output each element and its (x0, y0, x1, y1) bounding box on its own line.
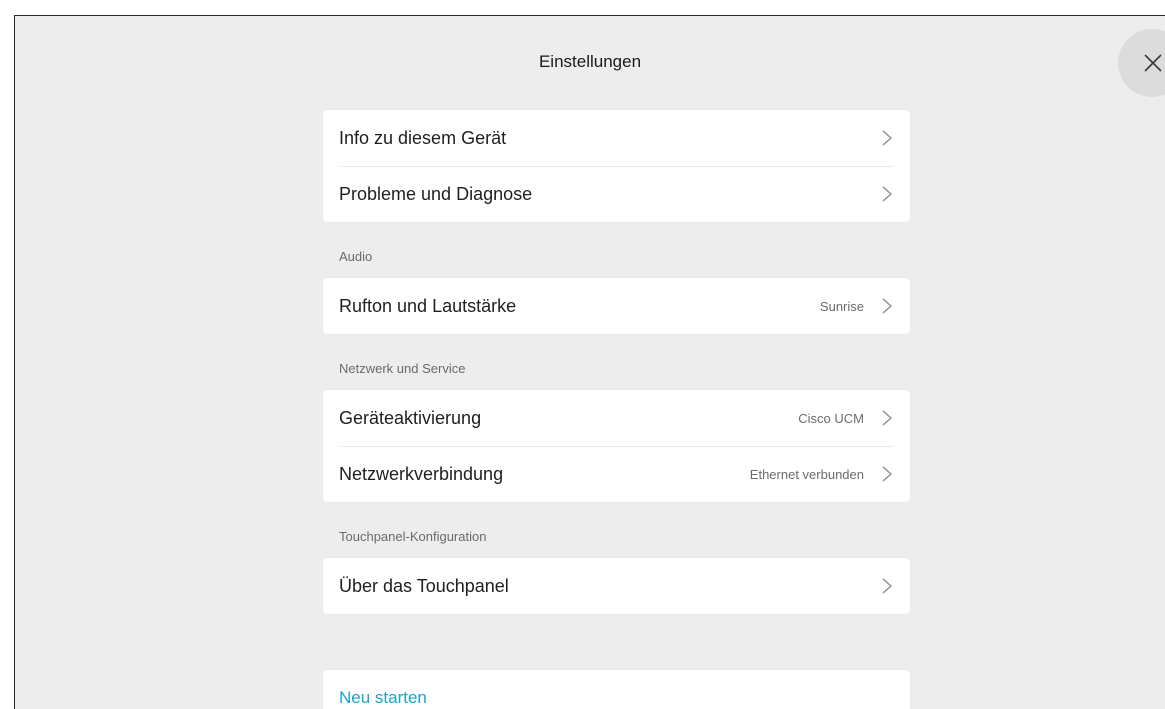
restart-button[interactable]: Neu starten (323, 670, 910, 709)
chevron-right-icon (882, 298, 893, 314)
menu-item-about-device[interactable]: Info zu diesem Gerät (323, 110, 910, 166)
chevron-right-icon (882, 578, 893, 594)
menu-item-value: Sunrise (819, 298, 864, 314)
touchpanel-card: Über das Touchpanel (323, 558, 910, 614)
menu-item-network-connection[interactable]: Netzwerkverbindung Ethernet verbunden (323, 446, 910, 502)
menu-item-label: Probleme und Diagnose (339, 183, 533, 204)
menu-item-label: Über das Touchpanel (339, 575, 509, 596)
chevron-right-icon (882, 186, 893, 202)
chevron-right-icon (882, 466, 893, 482)
menu-item-label: Netzwerkverbindung (339, 463, 504, 484)
menu-item-label: Geräteaktivierung (339, 407, 482, 428)
section-heading-touchpanel: Touchpanel-Konfiguration (339, 529, 487, 544)
chevron-right-icon (882, 130, 893, 146)
menu-item-value: Ethernet verbunden (749, 466, 864, 482)
chevron-right-icon (882, 410, 893, 426)
settings-window: Einstellungen Info zu diesem Gerät Probl… (14, 15, 1165, 709)
audio-card: Rufton und Lautstärke Sunrise (323, 278, 910, 334)
menu-item-device-activation[interactable]: Geräteaktivierung Cisco UCM (323, 390, 910, 446)
menu-item-issues-diagnostics[interactable]: Probleme und Diagnose (323, 166, 910, 222)
menu-item-value: Cisco UCM (798, 410, 864, 426)
section-heading-audio: Audio (339, 249, 373, 264)
settings-list: Info zu diesem Gerät Probleme und Diagno… (323, 110, 910, 709)
restart-card: Neu starten (323, 670, 910, 709)
general-card: Info zu diesem Gerät Probleme und Diagno… (323, 110, 910, 222)
menu-item-label: Info zu diesem Gerät (339, 127, 507, 148)
menu-item-ringtone-volume[interactable]: Rufton und Lautstärke Sunrise (323, 278, 910, 334)
section-heading-network: Netzwerk und Service (339, 361, 466, 376)
network-card: Geräteaktivierung Cisco UCM Netzwerkverb… (323, 390, 910, 502)
menu-item-label: Rufton und Lautstärke (339, 295, 517, 316)
close-button[interactable] (1118, 29, 1165, 97)
page-title: Einstellungen (538, 52, 642, 71)
close-icon (1144, 54, 1162, 72)
menu-item-about-touchpanel[interactable]: Über das Touchpanel (323, 558, 910, 614)
